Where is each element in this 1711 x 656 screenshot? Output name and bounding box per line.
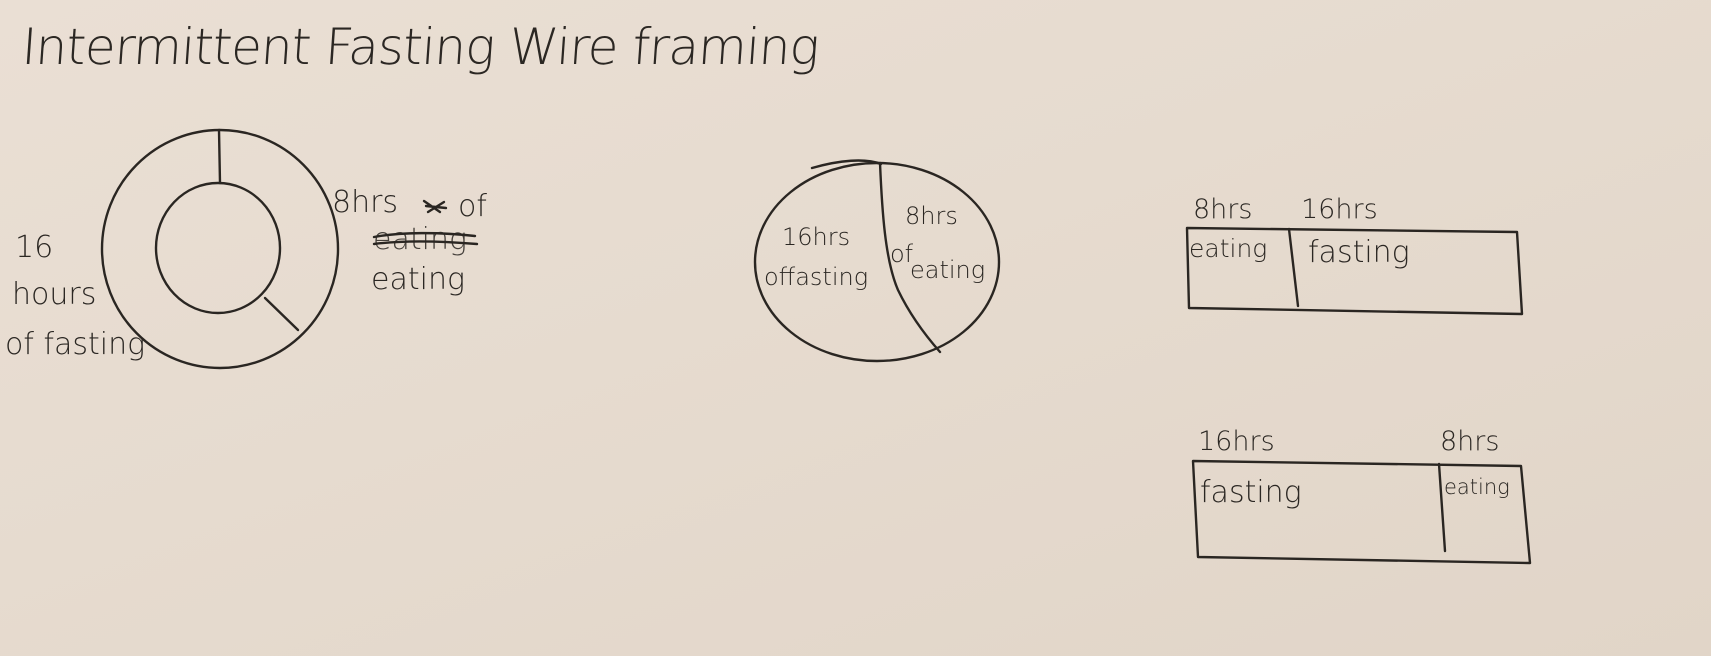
bar-eating-first-head-left: 8hrs [1193,194,1253,225]
donut-eating-label-word: eating [371,262,465,297]
donut-divider-bottom [263,296,300,332]
bar-eating-first-cell-left: eating [1189,234,1268,263]
donut-inner-ring [154,181,282,315]
pie-eating-label-line1: 8hrs [905,202,958,230]
donut-fasting-label-line3: of fasting [5,327,146,362]
pie-eating-label-line3: eating [910,256,986,284]
sketch-drawings [100,128,1532,565]
bar-fasting-first-cell-right: eating [1444,475,1510,499]
scribble-mark [422,199,448,214]
bar-fasting-first-head-right: 8hrs [1440,426,1500,457]
bar-eating-first-divider [1287,227,1300,308]
bar-fasting-first-head-left: 16hrs [1198,426,1275,457]
donut-fasting-label-line1: 16 [15,230,54,265]
bar-eating-first-head-right: 16hrs [1301,194,1378,225]
donut-fasting-label-line2: hours [12,277,97,312]
donut-eating-label-hours: 8hrs [332,185,399,220]
pie-fasting-label-line1: 16hrs [782,223,851,251]
bar-eating-first-cell-right: fasting [1308,235,1410,270]
paper-sheet: Intermittent Fasting Wire framing 16 hou… [0,0,1711,656]
pie-fasting-label-line2: offasting [764,263,869,291]
donut-eating-label-crossed: eating [373,222,467,257]
donut-divider-top [217,128,222,185]
bar-fasting-first-cell-left: fasting [1200,475,1302,510]
donut-eating-label-of: of [458,189,487,224]
